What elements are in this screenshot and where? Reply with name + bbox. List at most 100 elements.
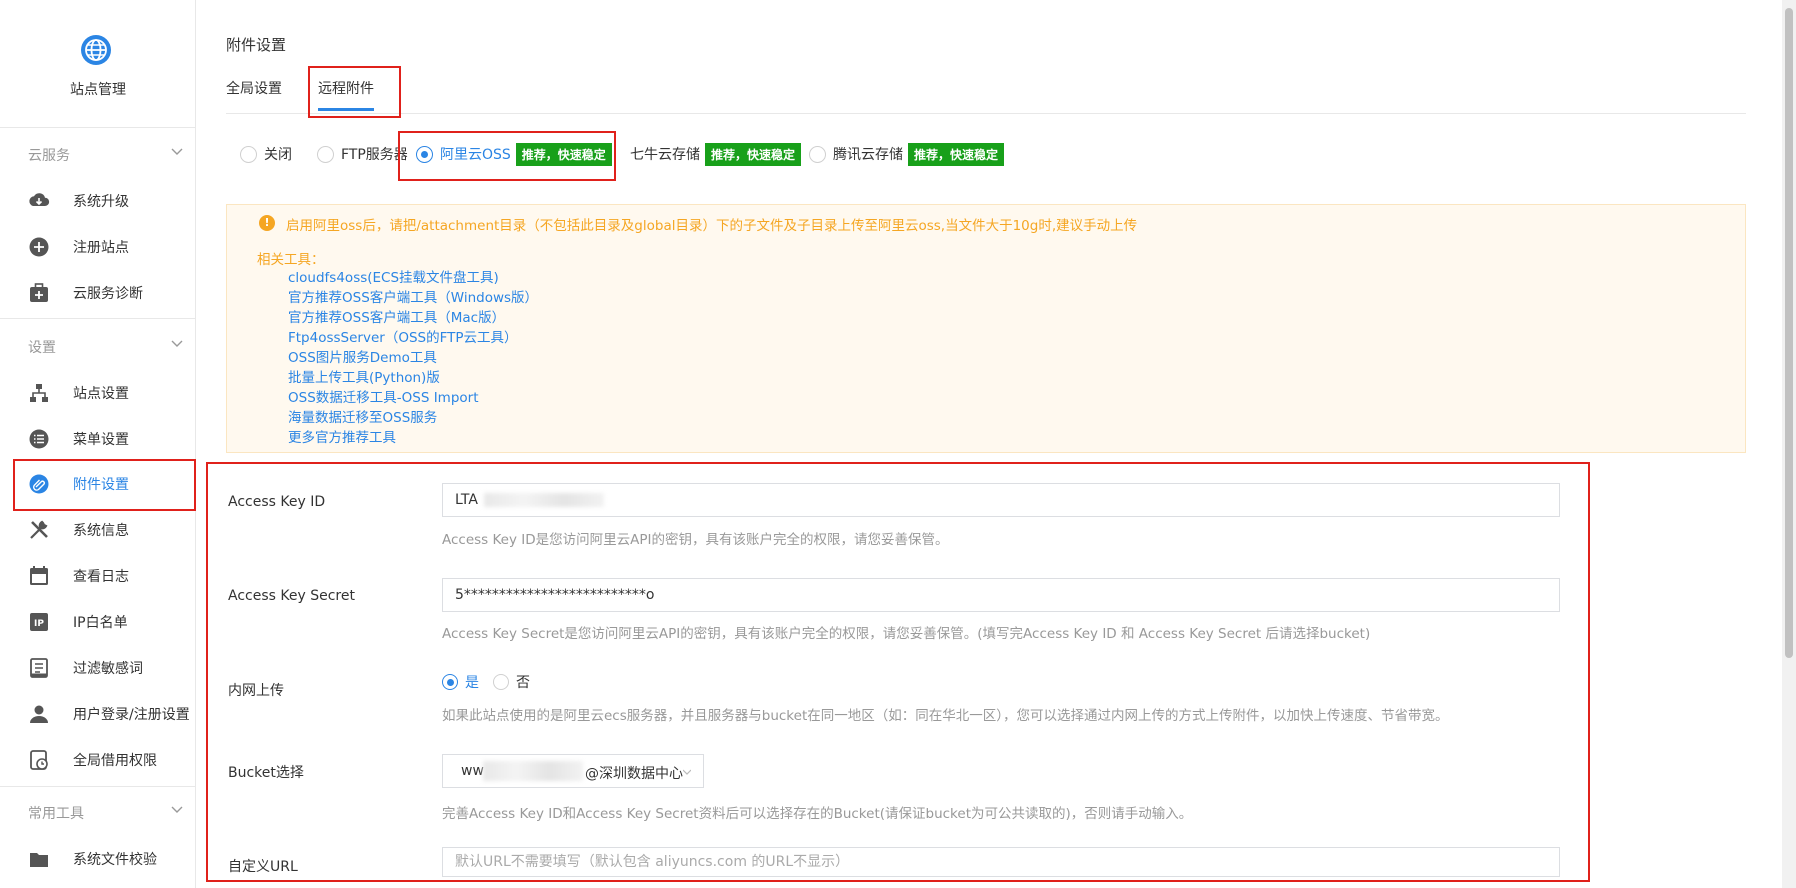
- access-key-id-help: Access Key ID是您访问阿里云API的密钥，具有该账户完全的权限，请您…: [442, 532, 949, 548]
- sidebar-item-site-settings[interactable]: 站点设置: [0, 370, 196, 416]
- sidebar-item-label: 菜单设置: [73, 432, 129, 448]
- radio-label: 关闭: [264, 147, 292, 163]
- info-icon: !: [259, 215, 275, 231]
- radio-qiniu[interactable]: 七牛云存储 推荐，快速稳定: [630, 140, 802, 168]
- sidebar-item-label: IP白名单: [73, 615, 128, 631]
- sidebar-item-label: 用户登录/注册设置: [73, 707, 190, 723]
- access-key-secret-input[interactable]: [442, 578, 1560, 612]
- radio-circle[interactable]: [240, 145, 257, 163]
- redacted-value: [484, 493, 604, 507]
- sidebar-item-cloud-diagnosis[interactable]: 云服务诊断: [0, 270, 196, 316]
- sidebar-item-global-permissions[interactable]: 全局借用权限: [0, 737, 196, 783]
- shield-clock-icon: [30, 750, 48, 770]
- sidebar-item-register-site[interactable]: 注册站点: [0, 224, 196, 270]
- recommend-tag: 推荐，快速稳定: [908, 142, 1005, 166]
- site-name: 站点管理: [70, 82, 126, 98]
- group-title-cloud[interactable]: 云服务: [28, 145, 70, 165]
- chevron-down-icon[interactable]: [170, 144, 184, 158]
- sidebar-item-label: 过滤敏感词: [73, 661, 143, 677]
- chevron-down-icon[interactable]: [170, 336, 184, 350]
- storage-type-radio-group: 关闭 FTP服务器 阿里云OSS 推荐，快速稳定 七牛云存储 推荐，快速稳定 腾…: [240, 140, 1240, 168]
- sidebar-item-system-info[interactable]: 系统信息: [0, 507, 196, 553]
- list-icon: [29, 429, 49, 449]
- bucket-label: Bucket选择: [228, 765, 304, 781]
- tools-list: cloudfs4oss(ECS挂载文件盘工具) 官方推荐OSS客户端工具（Win…: [288, 268, 538, 448]
- tool-link[interactable]: OSS数据迁移工具-OSS Import: [288, 388, 538, 408]
- intranet-upload-help: 如果此站点使用的是阿里云ecs服务器，并且服务器与bucket在同一地区（如：同…: [442, 708, 1449, 724]
- site-header: 站点管理: [0, 0, 195, 128]
- tool-link[interactable]: cloudfs4oss(ECS挂载文件盘工具): [288, 268, 538, 288]
- radio-circle[interactable]: [493, 674, 509, 690]
- divider: [0, 786, 196, 787]
- tool-link[interactable]: 官方推荐OSS客户端工具（Windows版）: [288, 288, 538, 308]
- tab-global-settings[interactable]: 全局设置: [226, 78, 282, 98]
- svg-text:IP: IP: [34, 619, 44, 629]
- info-notice: ! 启用阿里oss后，请把/attachment目录（不包括此目录及global…: [226, 204, 1746, 453]
- tab-bar: 全局设置 远程附件: [226, 66, 1746, 114]
- page-title: 附件设置: [226, 36, 287, 54]
- medical-kit-icon: [30, 283, 48, 302]
- radio-tencent[interactable]: 腾讯云存储 推荐，快速稳定: [809, 140, 1005, 168]
- sidebar-item-label: 系统升级: [73, 194, 129, 210]
- recommend-tag: 推荐，快速稳定: [705, 142, 802, 166]
- highlight-box: [308, 66, 401, 118]
- highlight-box: [13, 459, 196, 511]
- scrollbar-thumb[interactable]: [1785, 8, 1793, 658]
- radio-label: 七牛云存储: [630, 147, 700, 163]
- radio-off[interactable]: 关闭: [240, 140, 292, 168]
- sitemap-icon: [30, 384, 48, 402]
- tool-link[interactable]: 海量数据迁移至OSS服务: [288, 408, 538, 428]
- notice-text: 启用阿里oss后，请把/attachment目录（不包括此目录及global目录…: [286, 218, 1138, 234]
- bucket-value-prefix: ww: [461, 763, 484, 779]
- sidebar-item-menu-settings[interactable]: 菜单设置: [0, 416, 196, 462]
- globe-icon[interactable]: [80, 34, 112, 66]
- ip-icon: IP: [30, 613, 48, 631]
- intranet-upload-label: 内网上传: [228, 683, 284, 699]
- radio-circle[interactable]: [317, 145, 334, 163]
- group-title-settings[interactable]: 设置: [28, 337, 56, 357]
- radio-ftp[interactable]: FTP服务器: [317, 140, 408, 168]
- sidebar-item-filter-words[interactable]: 过滤敏感词: [0, 645, 196, 691]
- folder-icon: [30, 853, 48, 867]
- bucket-value-suffix: @深圳数据中心: [585, 766, 683, 782]
- radio-label: 是: [465, 675, 479, 691]
- radio-yes[interactable]: 是: [442, 672, 479, 692]
- radio-no[interactable]: 否: [493, 672, 530, 692]
- oss-config-form: Access Key ID Access Key ID是您访问阿里云API的密钥…: [206, 462, 1590, 882]
- radio-label: 否: [516, 675, 530, 691]
- custom-url-input[interactable]: [442, 847, 1560, 877]
- sidebar-item-ip-whitelist[interactable]: IP IP白名单: [0, 599, 196, 645]
- tool-link[interactable]: 更多官方推荐工具: [288, 428, 538, 448]
- tool-link[interactable]: 官方推荐OSS客户端工具（Mac版）: [288, 308, 538, 328]
- sidebar-item-label: 系统文件校验: [73, 852, 157, 868]
- group-title-tools[interactable]: 常用工具: [28, 803, 84, 823]
- chevron-down-icon[interactable]: [170, 802, 184, 816]
- document-filter-icon: [30, 658, 48, 678]
- sidebar-item-label: 系统信息: [73, 523, 129, 539]
- bucket-select[interactable]: ww @深圳数据中心: [442, 754, 704, 788]
- tools-title: 相关工具：: [257, 252, 325, 268]
- custom-url-label: 自定义URL: [228, 859, 298, 875]
- access-key-secret-help: Access Key Secret是您访问阿里云API的密钥，具有该账户完全的权…: [442, 626, 1371, 642]
- sidebar-item-system-upgrade[interactable]: 系统升级: [0, 178, 196, 224]
- radio-circle[interactable]: [809, 145, 826, 163]
- tool-link[interactable]: Ftp4ossServer（OSS的FTP云工具）: [288, 328, 538, 348]
- sidebar-item-label: 查看日志: [73, 569, 129, 585]
- cloud-download-icon: [29, 193, 50, 206]
- chevron-down-icon[interactable]: [683, 768, 691, 776]
- sidebar-item-view-logs[interactable]: 查看日志: [0, 553, 196, 599]
- access-key-id-input[interactable]: [442, 483, 1560, 517]
- divider: [0, 318, 196, 319]
- bucket-help: 完善Access Key ID和Access Key Secret资料后可以选择…: [442, 806, 1193, 822]
- sidebar-item-file-check[interactable]: 系统文件校验: [0, 836, 196, 882]
- plus-circle-icon: [29, 237, 49, 257]
- user-icon: [30, 705, 48, 723]
- tool-link[interactable]: OSS图片服务Demo工具: [288, 348, 538, 368]
- tool-link[interactable]: 批量上传工具(Python)版: [288, 368, 538, 388]
- sidebar-item-label: 站点设置: [73, 386, 129, 402]
- sidebar-item-login-register[interactable]: 用户登录/注册设置: [0, 691, 196, 737]
- page-scrollbar[interactable]: [1782, 0, 1796, 888]
- calendar-icon: [30, 566, 48, 585]
- radio-circle[interactable]: [442, 674, 458, 690]
- access-key-secret-label: Access Key Secret: [228, 588, 355, 604]
